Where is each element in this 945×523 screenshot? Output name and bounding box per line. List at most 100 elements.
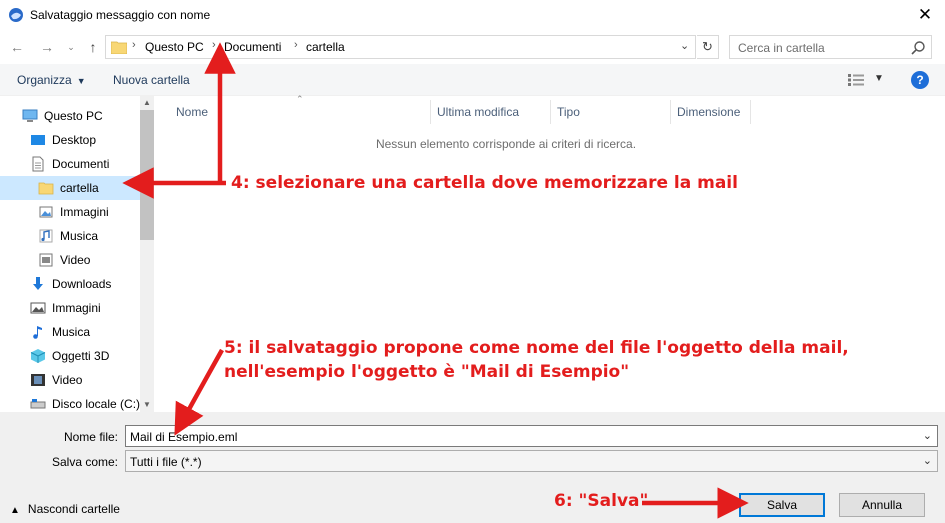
- column-header-type[interactable]: Tipo: [557, 100, 580, 124]
- crumb-separator: ›: [212, 39, 216, 51]
- sidebar-item-video-2[interactable]: Video: [0, 368, 140, 392]
- sidebar-item-questo-pc[interactable]: Questo PC: [0, 104, 140, 128]
- column-divider[interactable]: [430, 100, 431, 124]
- chevron-up-icon: ▲: [10, 505, 20, 516]
- column-divider[interactable]: [550, 100, 551, 124]
- cancel-button[interactable]: Annulla: [839, 493, 925, 517]
- window-title: Salvataggio messaggio con nome: [30, 8, 211, 22]
- column-header-size[interactable]: Dimensione: [677, 100, 740, 124]
- close-button[interactable]: ✕: [912, 3, 938, 27]
- sidebar-item-label: Desktop: [52, 133, 97, 147]
- sidebar-item-desktop[interactable]: Desktop: [0, 128, 140, 152]
- navigation-row: ← → ⌄ ↑ › Questo PC › Documenti › cartel…: [0, 30, 945, 64]
- new-folder-button[interactable]: Nuova cartella: [113, 73, 190, 87]
- folder-icon: [38, 182, 54, 195]
- sidebar-item-label: Video: [60, 253, 91, 267]
- sidebar-item-video[interactable]: Video: [0, 248, 140, 272]
- sidebar-item-oggetti-3d[interactable]: Oggetti 3D: [0, 344, 140, 368]
- desktop-icon: [31, 135, 45, 145]
- crumb-questo-pc[interactable]: Questo PC: [145, 40, 204, 54]
- computer-icon: [22, 109, 38, 122]
- command-bar: Organizza ▼ Nuova cartella ▼ ?: [0, 64, 945, 96]
- annotation-step6: 6: "Salva": [554, 491, 649, 511]
- save-form: Nome file: Mail di Esempio.eml ⌄ Salva c…: [0, 412, 945, 523]
- column-divider[interactable]: [670, 100, 671, 124]
- organize-label: Organizza: [17, 73, 72, 87]
- documents-icon: [32, 156, 44, 172]
- music-icon: [39, 229, 53, 243]
- filename-field[interactable]: Mail di Esempio.eml ⌄: [125, 425, 938, 447]
- sidebar-item-label: Immagini: [52, 301, 101, 315]
- filetype-value: Tutti i file (*.*): [130, 455, 202, 469]
- sidebar-item-musica[interactable]: Musica: [0, 224, 140, 248]
- filename-label: Nome file:: [63, 430, 118, 444]
- column-header-modified[interactable]: Ultima modifica: [437, 100, 519, 124]
- annotation-step5-line2: nell'esempio l'oggetto è "Mail di Esempi…: [224, 362, 630, 382]
- back-arrow-icon[interactable]: ←: [8, 38, 26, 56]
- forward-arrow-icon[interactable]: →: [38, 38, 56, 56]
- sidebar-item-label: cartella: [60, 181, 99, 195]
- sidebar-item-immagini[interactable]: Immagini: [0, 200, 140, 224]
- sidebar-item-label: Downloads: [52, 277, 112, 291]
- organize-button[interactable]: Organizza ▼: [17, 73, 86, 87]
- sidebar-item-label: Musica: [52, 325, 91, 339]
- search-box[interactable]: Cerca in cartella: [729, 35, 932, 59]
- help-icon[interactable]: ?: [911, 71, 929, 89]
- annotation-step4: 4: selezionare una cartella dove memoriz…: [231, 173, 738, 193]
- filetype-dropdown-chevron-icon[interactable]: ⌄: [923, 454, 932, 467]
- crumb-separator: ›: [294, 39, 298, 51]
- downloads-icon: [33, 277, 43, 290]
- column-header-name[interactable]: Nome: [176, 100, 208, 124]
- hide-folders-label: Nascondi cartelle: [27, 502, 120, 516]
- folder-icon: [111, 41, 127, 54]
- navigation-pane: Questo PC Desktop Documenti cartella Imm…: [0, 96, 155, 412]
- sidebar-item-cartella[interactable]: cartella: [0, 176, 140, 200]
- sidebar-item-label: Questo PC: [44, 109, 103, 123]
- music-icon: [33, 326, 42, 339]
- sidebar-item-documenti[interactable]: Documenti: [0, 152, 140, 176]
- column-divider[interactable]: [750, 100, 751, 124]
- sidebar-item-downloads[interactable]: Downloads: [0, 272, 140, 296]
- recent-locations-chevron-icon[interactable]: ⌄: [62, 38, 80, 56]
- pictures-icon: [30, 302, 46, 314]
- sidebar-item-musica-2[interactable]: Musica: [0, 320, 140, 344]
- sidebar-scroll-thumb[interactable]: [140, 110, 154, 240]
- thunderbird-app-icon: [9, 8, 23, 22]
- sidebar-item-disco-locale[interactable]: Disco locale (C:): [0, 392, 140, 412]
- organize-caret-icon: ▼: [76, 76, 86, 86]
- address-dropdown-chevron-icon[interactable]: ⌄: [680, 39, 689, 52]
- sidebar-item-label: Disco locale (C:): [52, 397, 141, 411]
- empty-list-message: Nessun elemento corrisponde ai criteri d…: [375, 137, 637, 151]
- sidebar-item-label: Oggetti 3D: [52, 349, 110, 363]
- save-button[interactable]: Salva: [739, 493, 825, 517]
- pictures-icon: [39, 206, 53, 218]
- title-bar: Salvataggio messaggio con nome ✕: [0, 0, 945, 30]
- filetype-label: Salva come:: [51, 455, 118, 469]
- up-arrow-icon[interactable]: ↑: [84, 38, 102, 56]
- video-icon: [39, 253, 53, 267]
- hide-folders-toggle[interactable]: ▲ Nascondi cartelle: [10, 502, 120, 516]
- scroll-up-arrow-icon[interactable]: ▲: [140, 96, 154, 110]
- annotation-step5-line1: 5: il salvataggio propone come nome del …: [224, 338, 849, 358]
- video-icon: [31, 374, 45, 386]
- sidebar-item-label: Documenti: [52, 157, 110, 171]
- objects-3d-icon: [30, 349, 46, 363]
- sidebar-item-label: Video: [52, 373, 83, 387]
- view-options-icon[interactable]: [848, 74, 864, 86]
- filename-value[interactable]: Mail di Esempio.eml: [130, 430, 237, 444]
- search-input[interactable]: Cerca in cartella: [738, 41, 825, 55]
- refresh-icon[interactable]: ↻: [697, 35, 719, 59]
- crumb-documenti[interactable]: Documenti: [224, 40, 281, 54]
- sidebar-item-immagini-2[interactable]: Immagini: [0, 296, 140, 320]
- filetype-select[interactable]: Tutti i file (*.*) ⌄: [125, 450, 938, 472]
- address-bar[interactable]: › Questo PC › Documenti › cartella ⌄: [105, 35, 696, 59]
- view-dropdown-caret-icon[interactable]: ▼: [874, 73, 884, 84]
- filename-dropdown-chevron-icon[interactable]: ⌄: [923, 429, 932, 442]
- search-icon[interactable]: [910, 40, 926, 56]
- crumb-cartella[interactable]: cartella: [306, 40, 345, 54]
- sidebar-item-label: Immagini: [60, 205, 109, 219]
- scroll-down-arrow-icon[interactable]: ▼: [140, 398, 154, 412]
- crumb-separator: ›: [132, 39, 136, 51]
- sidebar-item-label: Musica: [60, 229, 99, 243]
- drive-icon: [30, 399, 46, 409]
